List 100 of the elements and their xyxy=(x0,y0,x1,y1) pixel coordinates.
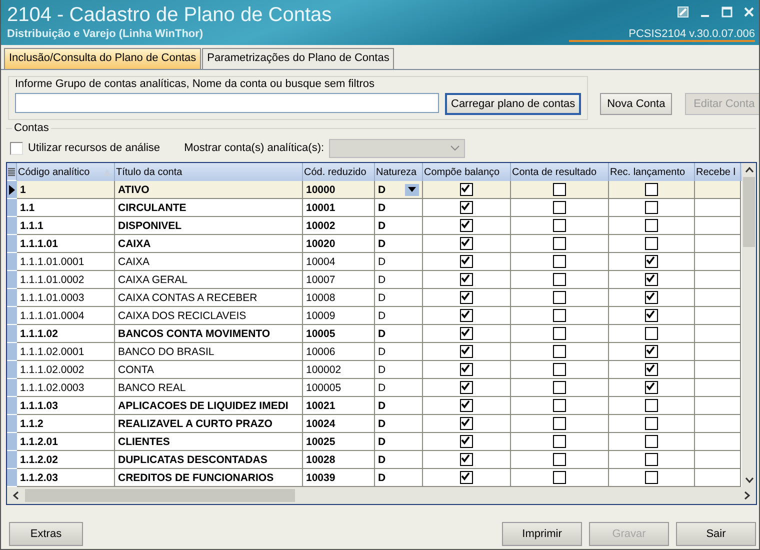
checkbox[interactable] xyxy=(553,345,566,358)
checkbox[interactable] xyxy=(553,435,566,448)
maximize-icon[interactable] xyxy=(721,6,733,18)
load-button[interactable]: Carregar plano de contas xyxy=(445,93,582,115)
table-row[interactable]: 1.1.1.02.0003 BANCO REAL 100005 D xyxy=(7,379,742,397)
checkbox[interactable] xyxy=(460,471,473,484)
dropdown-button[interactable] xyxy=(405,184,419,196)
checkbox[interactable] xyxy=(460,183,473,196)
checkbox[interactable] xyxy=(553,327,566,340)
checkbox[interactable] xyxy=(460,327,473,340)
footer-button[interactable]: Sair xyxy=(676,522,756,546)
table-row[interactable]: 1 ATIVO 10000 D xyxy=(7,181,742,199)
checkbox[interactable] xyxy=(553,363,566,376)
checkbox[interactable] xyxy=(553,255,566,268)
table-row[interactable]: 1.1.1 DISPONIVEL 10002 D xyxy=(7,217,742,235)
tab[interactable]: Inclusão/Consulta do Plano de Contas xyxy=(4,48,202,69)
table-row[interactable]: 1.1.1.01.0002 CAIXA GERAL 10007 D xyxy=(7,271,742,289)
checkbox[interactable] xyxy=(645,363,658,376)
table-cell: D xyxy=(378,292,386,304)
checkbox[interactable] xyxy=(553,453,566,466)
checkbox[interactable] xyxy=(460,345,473,358)
table-cell: D xyxy=(378,256,386,268)
close-icon[interactable] xyxy=(743,6,755,18)
chevron-right-icon[interactable] xyxy=(744,491,750,500)
checkbox[interactable] xyxy=(553,309,566,322)
checkbox[interactable] xyxy=(645,327,658,340)
checkbox[interactable] xyxy=(645,273,658,286)
checkbox[interactable] xyxy=(645,435,658,448)
checkbox[interactable] xyxy=(553,291,566,304)
checkbox[interactable] xyxy=(460,219,473,232)
checkbox[interactable] xyxy=(645,219,658,232)
vertical-scrollbar[interactable] xyxy=(742,163,756,487)
checkbox[interactable] xyxy=(645,381,658,394)
table-row[interactable]: 1.1.1.01.0001 CAIXA 10004 D xyxy=(7,253,742,271)
checkbox[interactable] xyxy=(645,417,658,430)
checkbox[interactable] xyxy=(553,273,566,286)
checkbox[interactable] xyxy=(553,471,566,484)
table-cell: ATIVO xyxy=(115,181,303,199)
checkbox[interactable] xyxy=(460,291,473,304)
checkbox[interactable] xyxy=(460,381,473,394)
table-row[interactable]: 1.1.1.03 APLICACOES DE LIQUIDEZ IMEDI 10021 D xyxy=(7,397,742,415)
table-cell: D xyxy=(378,220,386,232)
table-cell: D xyxy=(378,238,386,250)
table-row[interactable]: 1.1.1.02.0002 CONTA 100002 D xyxy=(7,361,742,379)
checkbox[interactable] xyxy=(645,237,658,250)
table-row[interactable]: 1.1.2.01 CLIENTES 10025 D xyxy=(7,433,742,451)
table-row[interactable]: 1.1.2 REALIZAVEL A CURTO PRAZO 10024 D xyxy=(7,415,742,433)
checkbox[interactable] xyxy=(553,381,566,394)
table-row[interactable]: 1.1.1.01.0003 CAIXA CONTAS A RECEBER 10008 D xyxy=(7,289,742,307)
column-chooser-icon[interactable] xyxy=(7,163,17,181)
checkbox[interactable] xyxy=(460,201,473,214)
table-row[interactable]: 1.1 CIRCULANTE 10001 D xyxy=(7,199,742,217)
pin-icon[interactable] xyxy=(677,6,689,18)
checkbox[interactable] xyxy=(460,273,473,286)
checkbox[interactable] xyxy=(645,183,658,196)
table-row[interactable]: 1.1.2.02 DUPLICATAS DESCONTADAS 10028 D xyxy=(7,451,742,469)
table-row[interactable]: 1.1.1.01 CAIXA 10020 D xyxy=(7,235,742,253)
tab[interactable]: Parametrizações do Plano de Contas xyxy=(202,48,394,69)
checkbox[interactable] xyxy=(460,363,473,376)
checkbox[interactable] xyxy=(645,309,658,322)
analysis-checkbox[interactable] xyxy=(10,142,23,154)
table-row[interactable]: 1.1.1.02 BANCOS CONTA MOVIMENTO 10005 D xyxy=(7,325,742,343)
checkbox[interactable] xyxy=(460,255,473,268)
checkbox[interactable] xyxy=(553,201,566,214)
table-cell: APLICACOES DE LIQUIDEZ IMEDI xyxy=(115,397,303,415)
chevron-left-icon[interactable] xyxy=(13,491,19,500)
checkbox[interactable] xyxy=(645,291,658,304)
horizontal-scrollbar[interactable] xyxy=(7,487,756,504)
account-button[interactable]: Nova Conta xyxy=(600,93,672,115)
checkbox[interactable] xyxy=(553,219,566,232)
footer-button[interactable]: Extras xyxy=(9,522,83,546)
checkbox[interactable] xyxy=(460,417,473,430)
table-cell: 1.1.1.03 xyxy=(17,397,115,415)
scrollbar-thumb[interactable] xyxy=(743,177,755,247)
checkbox[interactable] xyxy=(645,255,658,268)
chevron-down-icon[interactable] xyxy=(744,477,754,483)
checkbox[interactable] xyxy=(460,453,473,466)
checkbox[interactable] xyxy=(553,417,566,430)
checkbox[interactable] xyxy=(645,345,658,358)
row-indicator[interactable] xyxy=(7,181,17,199)
table-cell: CAIXA CONTAS A RECEBER xyxy=(115,289,303,307)
table-cell: 1.1.2.02 xyxy=(17,451,115,469)
checkbox[interactable] xyxy=(645,453,658,466)
checkbox[interactable] xyxy=(553,183,566,196)
table-row[interactable]: 1.1.1.01.0004 CAIXA DOS RECICLAVEIS 10009 D xyxy=(7,307,742,325)
chevron-up-icon[interactable] xyxy=(744,167,754,173)
checkbox[interactable] xyxy=(460,237,473,250)
search-field[interactable] xyxy=(15,93,439,113)
footer-button[interactable]: Imprimir xyxy=(502,522,582,546)
checkbox[interactable] xyxy=(460,309,473,322)
checkbox[interactable] xyxy=(460,435,473,448)
checkbox[interactable] xyxy=(553,399,566,412)
checkbox[interactable] xyxy=(460,399,473,412)
table-row[interactable]: 1.1.1.02.0001 BANCO DO BRASIL 10006 D xyxy=(7,343,742,361)
scrollbar-thumb[interactable] xyxy=(25,489,295,502)
checkbox[interactable] xyxy=(645,201,658,214)
checkbox[interactable] xyxy=(553,237,566,250)
table-cell: BANCO DO BRASIL xyxy=(115,343,303,361)
checkbox[interactable] xyxy=(645,471,658,484)
checkbox[interactable] xyxy=(645,399,658,412)
